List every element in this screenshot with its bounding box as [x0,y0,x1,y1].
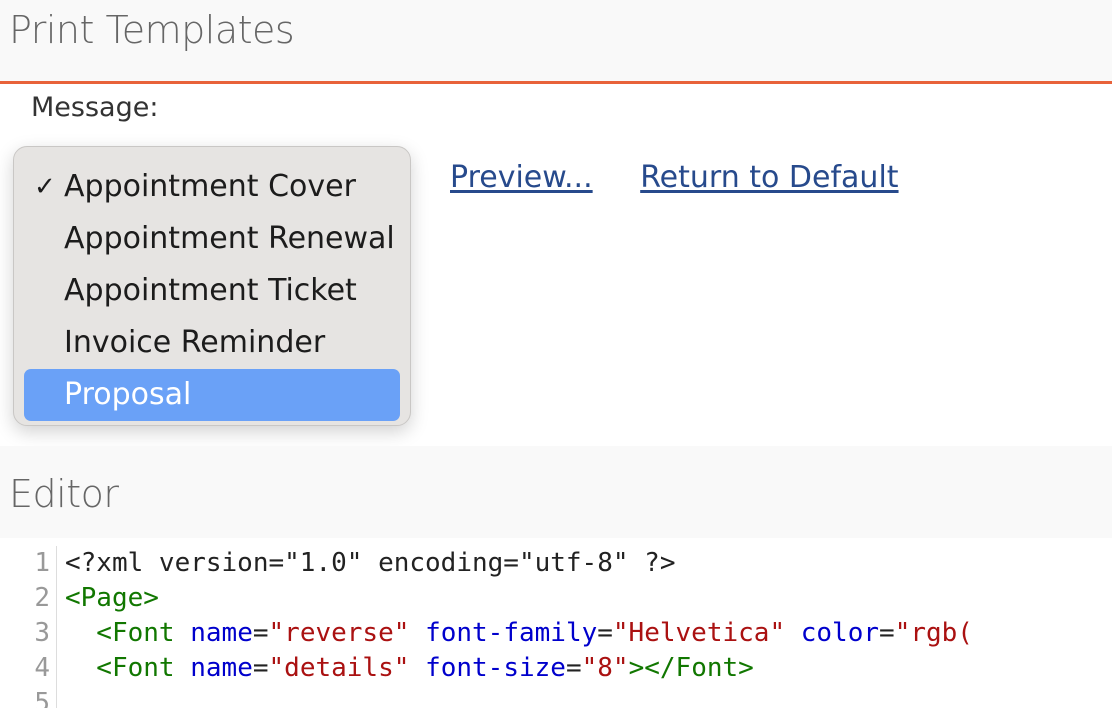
code-token: "details" [268,653,410,683]
print-templates-title: Print Templates [9,8,295,52]
code-token: = [879,618,895,648]
checkmark-icon: ✓ [34,172,56,202]
header-accent-rule [0,81,1112,84]
dropdown-option-label: Invoice Reminder [64,325,326,360]
print-templates-page: Print Templates Message: Preview... Retu… [0,0,1112,708]
dropdown-option-label: Appointment Cover [64,169,356,204]
line-number: 2 [0,581,57,616]
preview-link[interactable]: Preview... [450,160,593,195]
message-dropdown-menu[interactable]: ✓ Appointment Cover Appointment Renewal App… [13,146,411,426]
editor-header: Editor [0,446,1112,538]
code-token: name [190,653,253,683]
code-token: color [800,618,880,648]
code-token: "8" [581,653,629,683]
dropdown-option[interactable]: Invoice Reminder [24,317,400,369]
dropdown-option-label: Appointment Renewal [64,221,395,256]
code-token: <Font [65,618,175,648]
code-token: "reverse" [268,618,410,648]
dropdown-option[interactable]: ✓ Appointment Cover [24,161,400,213]
code-line: 4 <Font name="details" font-size="8"></F… [0,651,754,686]
code-line: 2 <Page> [0,581,159,616]
template-actions: Preview... Return to Default [450,160,937,195]
code-token: <Font [65,653,175,683]
code-line: 3 <Font name="reverse" font-family="Helv… [0,616,973,651]
code-token: ></Font> [628,653,754,683]
code-token: <?xml version="1.0" encoding="utf-8" ?> [65,548,676,578]
dropdown-option-label: Appointment Ticket [64,273,357,308]
code-editor[interactable]: 1 <?xml version="1.0" encoding="utf-8" ?>… [0,538,1112,708]
code-token: name [190,618,253,648]
message-label: Message: [31,92,159,123]
editor-title: Editor [9,472,119,516]
code-token: font-family [425,618,598,648]
code-token: = [565,653,582,683]
dropdown-option[interactable]: Appointment Ticket [24,265,400,317]
code-token: = [597,618,613,648]
line-number: 4 [0,651,57,686]
print-templates-header: Print Templates [0,0,1112,84]
code-line: 1 <?xml version="1.0" encoding="utf-8" ?> [0,546,675,581]
line-number: 5 [0,686,57,708]
dropdown-option-label: Proposal [64,377,192,412]
dropdown-option[interactable]: Appointment Renewal [24,213,400,265]
code-token: = [252,618,269,648]
dropdown-option[interactable]: Proposal [24,369,400,421]
code-token: "rgb( [894,618,973,648]
line-number: 3 [0,616,57,651]
code-token: font-size [425,653,566,683]
return-to-default-link[interactable]: Return to Default [640,160,898,195]
code-token: = [252,653,269,683]
code-line: 5 [0,686,65,708]
code-token: "Helvetica" [612,618,786,648]
code-token: <Page> [65,583,159,613]
line-number: 1 [0,546,57,581]
